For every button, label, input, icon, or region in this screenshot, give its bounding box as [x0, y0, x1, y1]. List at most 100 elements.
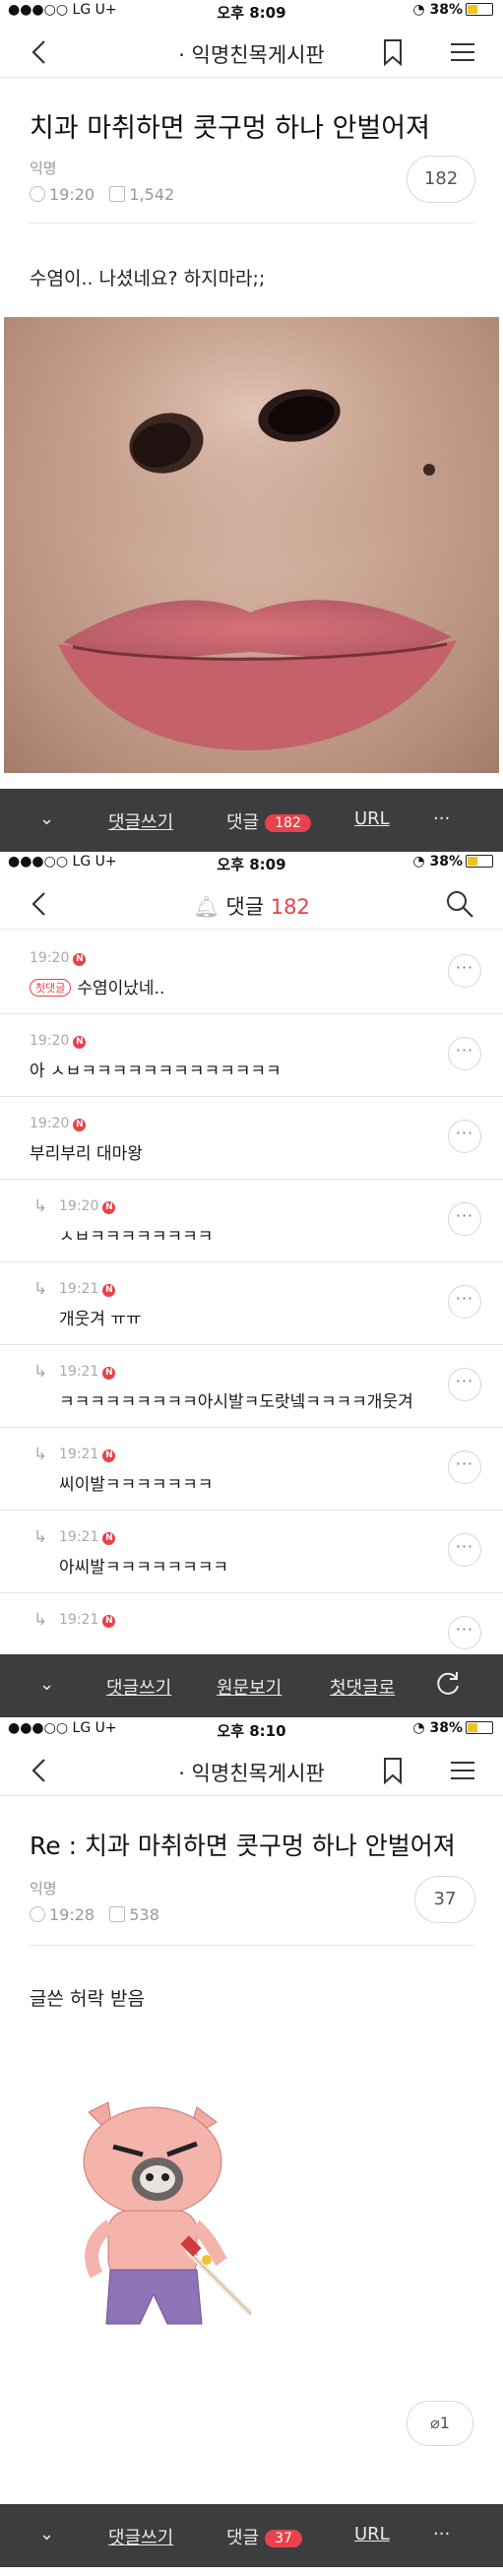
comment-more-button[interactable]: ··· [448, 1450, 481, 1484]
comment-text: 수염이났네.. [77, 979, 165, 998]
comment-item: 19:20 N 첫댓글 수염이났네.. ··· [0, 931, 503, 1014]
view-original-link[interactable]: 원문보기 [217, 1674, 282, 1700]
view-count: 538 [129, 1905, 159, 1924]
write-comment-link[interactable]: 댓글쓰기 [106, 1674, 171, 1700]
refresh-icon[interactable] [433, 1668, 463, 1703]
bookmark-icon[interactable] [378, 37, 408, 67]
write-comment-link[interactable]: 댓글쓰기 [108, 808, 173, 834]
post-image [59, 2093, 256, 2339]
comment-meta: 19:21 N [59, 1529, 116, 1545]
new-badge-icon: N [73, 1036, 87, 1049]
author: 익명 [30, 1880, 57, 1898]
comments-label: 댓글 [226, 812, 260, 833]
battery-indicator: ◔ 38% [412, 1720, 493, 1736]
comment-text: 아씨발ㅋㅋㅋㅋㅋㅋㅋㅋ [59, 1558, 229, 1578]
status-bar: ●●●○○ LG U+ 오후 8:10 ◔ 38% [0, 1718, 503, 1740]
new-badge-icon: N [102, 1367, 116, 1380]
reply-post-screen: ●●●○○ LG U+ 오후 8:10 ◔ 38% · 익명친목게시판 Re :… [0, 1718, 503, 2576]
battery-label: 38% [429, 854, 463, 869]
comment-more-button[interactable]: ··· [448, 1120, 481, 1153]
chevron-down-icon[interactable]: ⌄ [39, 808, 54, 829]
write-comment-link[interactable]: 댓글쓰기 [108, 2524, 173, 2549]
comment-item: ↳ 19:21 N 씨이발ㅋㅋㅋㅋㅋㅋㅋ ··· [0, 1427, 503, 1511]
comment-more-button[interactable]: ··· [448, 1533, 481, 1567]
author: 익명 [30, 160, 57, 177]
comment-more-button[interactable]: ··· [448, 1616, 481, 1649]
menu-icon[interactable] [448, 1756, 477, 1785]
status-bar: ●●●○○ LG U+ 오후 8:09 ◔ 38% [0, 0, 503, 22]
comment-item: ↳ 19:21 N 개웃겨 ㅠㅠ ··· [0, 1261, 503, 1345]
battery-label: 38% [429, 1720, 463, 1736]
comments-count-badge: 182 [265, 814, 311, 832]
comment-text: 아 ㅅㅂㅋㅋㅋㅋㅋㅋㅋㅋㅋㅋㅋㅋㅋ [30, 1062, 282, 1081]
comment-text-wrap: 아 ㅅㅂㅋㅋㅋㅋㅋㅋㅋㅋㅋㅋㅋㅋㅋ [30, 1057, 282, 1081]
chevron-down-icon[interactable]: ⌄ [39, 2524, 54, 2544]
comment-time: 19:21 [59, 1447, 99, 1462]
clock-icon [30, 186, 45, 202]
new-badge-icon: N [102, 1201, 116, 1214]
post-title: Re : 치과 마취하면 콧구멍 하나 안벌어져 [30, 1832, 456, 1860]
new-badge-icon: N [73, 1119, 87, 1131]
bottom-toolbar: ⌄ 댓글쓰기 댓글 182 URL ··· [0, 789, 503, 852]
comment-item: ↳ 19:21 N ㅋㅋㅋㅋㅋㅋㅋㅋㅋ아시발ㅋ도랏넼ㅋㅋㅋㅋ개웃겨 ··· [0, 1344, 503, 1428]
view-icon [109, 1906, 126, 1922]
new-badge-icon: N [102, 1449, 116, 1462]
reply-arrow-icon: ↳ [33, 1610, 48, 1630]
new-badge-icon: N [102, 1532, 116, 1545]
clock-icon [30, 1906, 45, 1922]
comment-more-button[interactable]: ··· [448, 1368, 481, 1401]
first-comment-link[interactable]: 첫댓글로 [330, 1674, 395, 1700]
more-icon[interactable]: ··· [433, 808, 450, 829]
comment-more-button[interactable]: ··· [448, 1202, 481, 1236]
bell-icon: 🔔︎ [193, 895, 220, 919]
comment-text-wrap: 개웃겨 ㅠㅠ [59, 1305, 142, 1329]
comment-count-bubble[interactable]: 182 [407, 156, 475, 203]
comment-meta: 19:21 N [59, 1447, 116, 1462]
comments-label: 댓글 [226, 2528, 260, 2548]
comments-button[interactable]: 댓글 37 [226, 2524, 302, 2549]
menu-icon[interactable] [448, 37, 477, 67]
comments-title-label: 댓글 [225, 895, 265, 919]
comment-text-wrap: 첫댓글 수염이났네.. [30, 974, 164, 998]
navigation-bar: · 익명친목게시판 [0, 28, 503, 78]
more-icon[interactable]: ··· [433, 2524, 450, 2544]
comment-meta: 19:21 N [59, 1612, 116, 1628]
reply-arrow-icon: ↳ [33, 1362, 48, 1382]
comment-more-button[interactable]: ··· [448, 1285, 481, 1319]
battery-icon [466, 3, 493, 16]
comments-screen: ●●●○○ LG U+ 오후 8:09 ◔ 38% 🔔︎ 댓글 182 19:2… [0, 852, 503, 1718]
post-meta: 19:20 1,542 [30, 185, 174, 204]
post-image [4, 317, 499, 773]
comment-text: 개웃겨 ㅠㅠ [59, 1310, 142, 1329]
paperclip-icon: ⌀ [430, 2414, 440, 2432]
comment-count-bubble[interactable]: 37 [414, 1876, 475, 1923]
url-link[interactable]: URL [354, 2524, 390, 2544]
divider [30, 1945, 473, 1946]
comments-title-count: 182 [270, 895, 310, 919]
comment-time: 19:21 [59, 1281, 99, 1297]
comments-count-badge: 37 [265, 2530, 302, 2547]
divider [30, 223, 473, 224]
reply-arrow-icon: ↳ [33, 1445, 48, 1464]
comment-meta: 19:20 N [59, 1198, 116, 1214]
comment-text-wrap: ㅋㅋㅋㅋㅋㅋㅋㅋㅋ아시발ㅋ도랏넼ㅋㅋㅋㅋ개웃겨 [59, 1387, 413, 1412]
comments-button[interactable]: 댓글 182 [226, 808, 311, 834]
first-comment-tag: 첫댓글 [30, 979, 72, 997]
search-icon[interactable] [445, 889, 474, 919]
post-body: 글쓴 허락 받음 [30, 1988, 145, 2010]
comment-text: 부리부리 대마왕 [30, 1144, 143, 1164]
status-bar: ●●●○○ LG U+ 오후 8:09 ◔ 38% [0, 852, 503, 873]
comment-more-button[interactable]: ··· [448, 954, 481, 988]
post-meta: 19:28 538 [30, 1905, 159, 1924]
battery-label: 38% [429, 2, 463, 18]
view-icon [109, 186, 126, 202]
post-body: 수염이.. 나셨네요? 하지마라;; [30, 268, 266, 290]
url-link[interactable]: URL [354, 808, 390, 829]
comment-time: 19:21 [59, 1529, 99, 1545]
comment-more-button[interactable]: ··· [448, 1037, 481, 1070]
attachment-button[interactable]: ⌀1 [407, 2401, 473, 2446]
bookmark-icon[interactable] [378, 1756, 408, 1785]
board-title: · 익명친목게시판 [178, 43, 325, 67]
comment-time: 19:20 [30, 950, 70, 966]
chevron-down-icon[interactable]: ⌄ [39, 1674, 54, 1695]
